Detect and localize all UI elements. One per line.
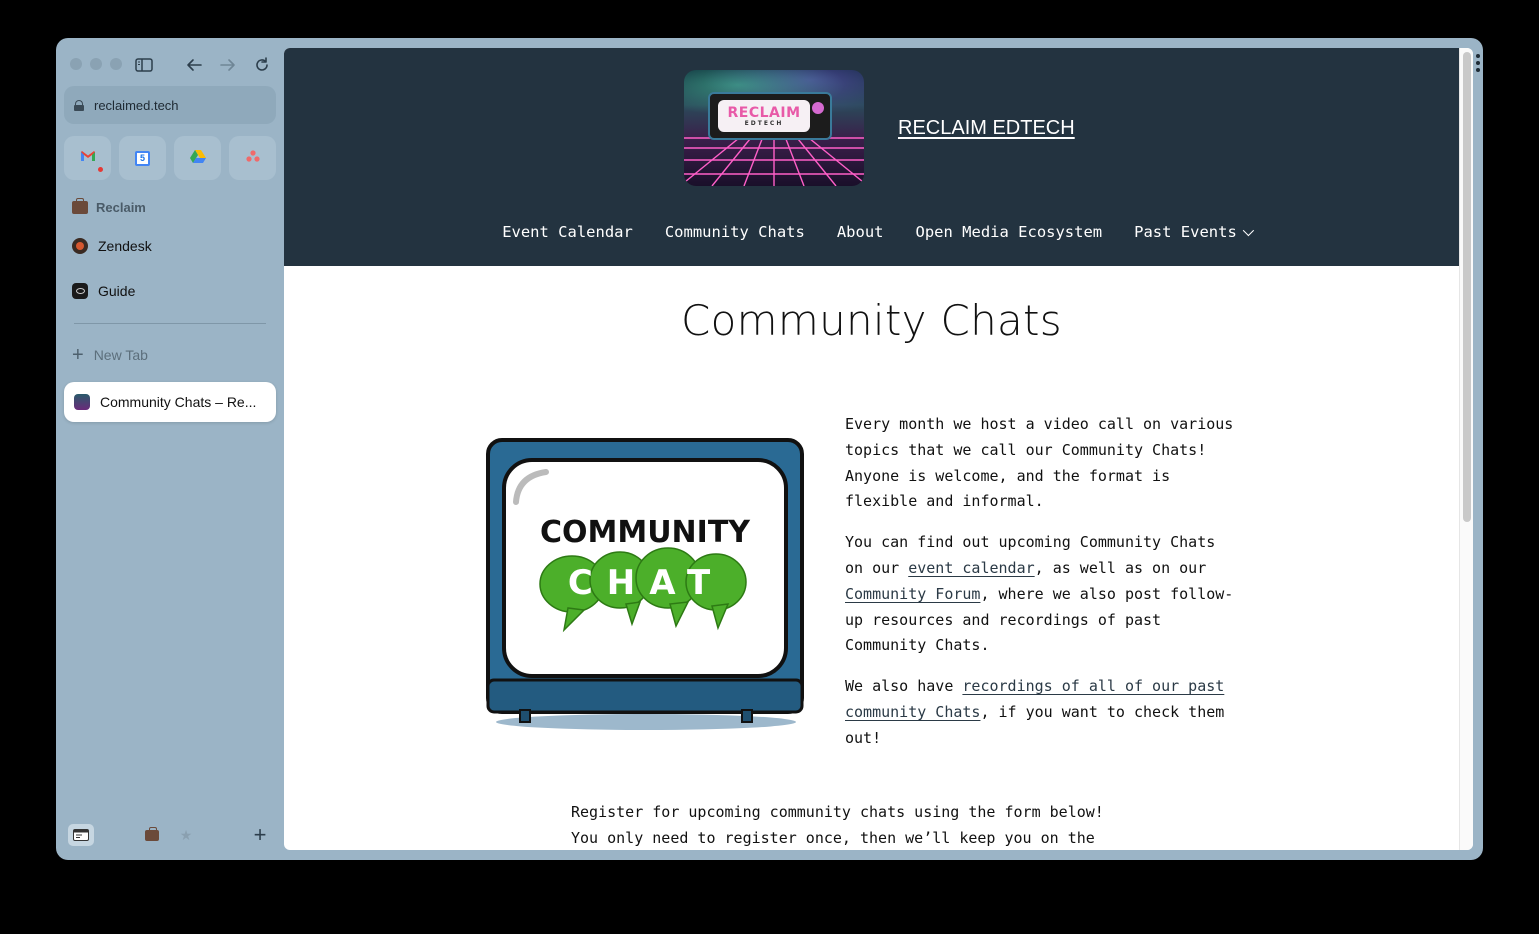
tab-title: Community Chats – Re... <box>100 394 257 410</box>
library-icon[interactable] <box>68 824 94 846</box>
browser-sidebar: reclaimed.tech 5 Reclaim Zendesk Guide +… <box>56 38 284 860</box>
sidebar-item-label: Zendesk <box>98 238 152 254</box>
sidebar-item-guide[interactable]: Guide <box>72 281 135 301</box>
sidebar-divider <box>74 323 266 324</box>
sidebar-item-zendesk[interactable]: Zendesk <box>72 236 152 256</box>
window-controls <box>70 58 122 70</box>
event-calendar-link[interactable]: event calendar <box>908 559 1034 577</box>
image-text-chat: CHAT <box>568 563 724 603</box>
lock-icon <box>74 99 84 111</box>
tab-community-chats[interactable]: Community Chats – Re... <box>64 382 276 422</box>
zendesk-icon <box>72 238 88 254</box>
guide-icon <box>72 283 88 299</box>
page-scrollbar[interactable] <box>1459 48 1473 850</box>
nav-about[interactable]: About <box>837 223 884 241</box>
scrollbar-thumb[interactable] <box>1463 52 1471 522</box>
register-text: Register for upcoming community chats us… <box>571 803 1104 847</box>
maximize-window-button[interactable] <box>110 58 122 70</box>
close-window-button[interactable] <box>70 58 82 70</box>
address-bar[interactable]: reclaimed.tech <box>64 86 276 124</box>
pinned-tab-drive[interactable] <box>174 136 221 180</box>
forward-arrow-icon[interactable] <box>217 56 239 74</box>
community-chat-tv-image: COMMUNITY CHAT <box>486 438 804 730</box>
nav-open-media-ecosystem[interactable]: Open Media Ecosystem <box>916 223 1103 241</box>
reclaim-favicon-icon <box>74 394 90 410</box>
space-briefcase-icon[interactable] <box>144 824 160 846</box>
sidebar-toggle-icon[interactable] <box>133 56 155 74</box>
briefcase-icon <box>72 198 88 214</box>
site-title-link[interactable]: RECLAIM EDTECH <box>898 117 1075 140</box>
reclaim-edtech-logo[interactable]: RECLAIM EDTECH <box>684 70 864 186</box>
intro-paragraph-1: Every month we host a video call on vari… <box>845 415 1234 511</box>
web-content: RECLAIM EDTECH RECLAIM EDTECH Event Cale… <box>284 48 1473 850</box>
browser-window: reclaimed.tech 5 Reclaim Zendesk Guide +… <box>56 38 1483 860</box>
sidebar-item-label: Guide <box>98 283 136 299</box>
sidebar-bottom-bar: ★ + <box>56 820 284 850</box>
new-tab-button[interactable]: + New Tab <box>72 344 148 366</box>
community-forum-link[interactable]: Community Forum <box>845 585 980 603</box>
reload-icon[interactable] <box>251 56 273 74</box>
url-text: reclaimed.tech <box>94 97 179 113</box>
star-icon[interactable]: ★ <box>178 824 194 846</box>
more-options-icon[interactable] <box>1476 54 1480 72</box>
gmail-icon <box>80 149 96 167</box>
minimize-window-button[interactable] <box>90 58 102 70</box>
page-title: Community Chats <box>681 296 1062 345</box>
back-arrow-icon[interactable] <box>183 56 205 74</box>
asana-icon <box>245 149 260 167</box>
chevron-down-icon <box>1242 224 1254 237</box>
intro-text: Every month we host a video call on vari… <box>845 412 1235 767</box>
main-nav: Event Calendar Community Chats About Ope… <box>284 223 1459 241</box>
calendar-icon: 5 <box>135 150 150 166</box>
image-text-community: COMMUNITY <box>540 515 751 550</box>
nav-past-events[interactable]: Past Events <box>1134 223 1254 241</box>
pinned-tab-asana[interactable] <box>229 136 276 180</box>
pinned-tab-gmail[interactable] <box>64 136 111 180</box>
drive-icon <box>189 149 206 168</box>
site-header: RECLAIM EDTECH RECLAIM EDTECH Event Cale… <box>284 48 1459 266</box>
pinned-tabs: 5 <box>64 136 276 180</box>
nav-event-calendar[interactable]: Event Calendar <box>502 223 633 241</box>
pinned-tab-calendar[interactable]: 5 <box>119 136 166 180</box>
intro-paragraph-2: You can find out upcoming Community Chat… <box>845 533 1234 655</box>
plus-icon: + <box>72 344 84 366</box>
add-space-icon[interactable]: + <box>250 822 270 847</box>
intro-paragraph-3: We also have recordings of all of our pa… <box>845 677 1225 747</box>
synthwave-grid-icon <box>684 134 864 186</box>
space-label[interactable]: Reclaim <box>72 198 146 215</box>
notification-dot <box>98 167 103 172</box>
nav-community-chats[interactable]: Community Chats <box>665 223 805 241</box>
